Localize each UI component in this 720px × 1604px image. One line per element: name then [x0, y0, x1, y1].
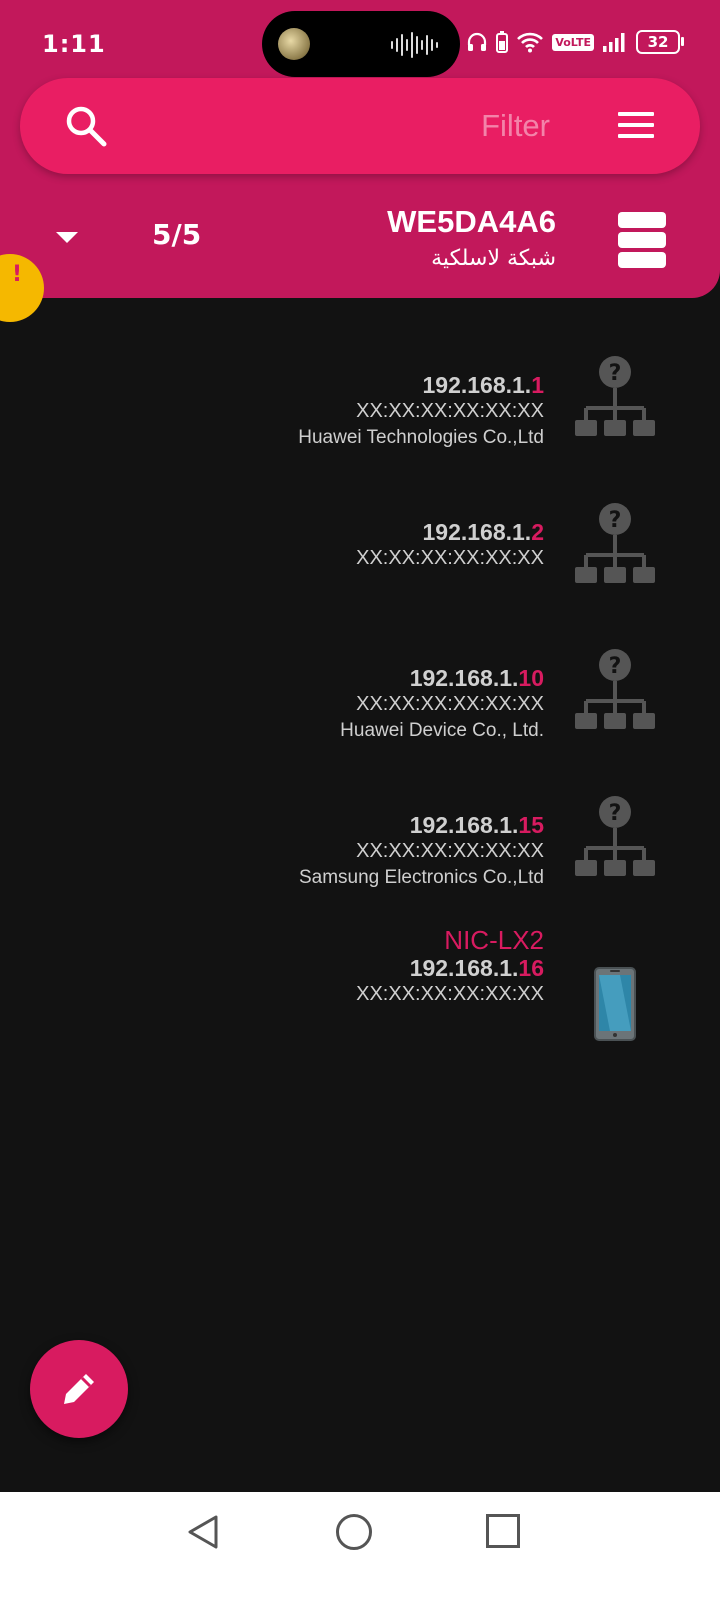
recent-apps-icon[interactable] — [486, 1514, 520, 1548]
device-mac: XX:XX:XX:XX:XX:XX — [356, 840, 544, 862]
device-mac: XX:XX:XX:XX:XX:XX — [356, 400, 544, 422]
device-info: 192.168.1.15 XX:XX:XX:XX:XX:XX Samsung E… — [299, 812, 544, 891]
menu-icon[interactable] — [618, 112, 654, 145]
volte-badge: VoLTE — [552, 33, 594, 51]
pencil-icon — [64, 1374, 94, 1404]
list-item[interactable]: NIC-LX2 192.168.1.16 XX:XX:XX:XX:XX:XX — [0, 925, 720, 1041]
signal-icon — [603, 33, 625, 52]
edit-fab-button[interactable] — [30, 1340, 128, 1438]
back-icon[interactable] — [186, 1514, 220, 1550]
list-item[interactable]: 192.168.1.10 XX:XX:XX:XX:XX:XX Huawei De… — [0, 649, 720, 765]
network-ssid: WE5DA4A6 — [387, 204, 556, 239]
dynamic-island[interactable] — [262, 11, 460, 77]
unknown-network-icon: ? — [575, 649, 655, 729]
battery-indicator: 32 — [636, 30, 684, 54]
search-icon[interactable] — [64, 104, 108, 148]
unknown-network-icon: ? — [575, 503, 655, 583]
device-vendor: Huawei Device Co., Ltd. — [340, 720, 544, 741]
status-time: 1:11 — [42, 30, 106, 58]
status-icons: VoLTE 32 — [466, 30, 684, 54]
warning-icon: ! — [12, 262, 23, 287]
device-ip: 192.168.1.16 — [409, 955, 544, 981]
app-header: 1:11 VoLTE 32 Filter 5/5 WE5DA4A6 شبكة ل… — [0, 0, 720, 298]
device-ip: 192.168.1.1 — [422, 372, 544, 398]
headphones-icon — [468, 32, 487, 51]
list-item[interactable]: 192.168.1.1 XX:XX:XX:XX:XX:XX Huawei Tec… — [0, 356, 720, 472]
device-mac: XX:XX:XX:XX:XX:XX — [356, 983, 544, 1005]
media-thumbnail — [278, 28, 310, 60]
device-vendor: Samsung Electronics Co.,Ltd — [298, 867, 544, 888]
svg-text:?: ? — [609, 654, 622, 679]
device-count: 5/5 — [152, 218, 202, 251]
smartphone-icon — [594, 967, 636, 1041]
svg-text:?: ? — [609, 361, 622, 386]
unknown-network-icon: ? — [575, 796, 655, 876]
device-name: NIC-LX2 — [444, 925, 544, 955]
wifi-icon — [517, 32, 544, 53]
network-summary: 5/5 WE5DA4A6 شبكة لاسلكية — [0, 190, 720, 300]
device-info: 192.168.1.10 XX:XX:XX:XX:XX:XX Huawei De… — [340, 665, 544, 744]
device-vendor: Huawei Technologies Co.,Ltd — [298, 427, 544, 448]
list-item[interactable]: 192.168.1.15 XX:XX:XX:XX:XX:XX Samsung E… — [0, 796, 720, 912]
unknown-network-icon: ? — [575, 356, 655, 436]
device-ip: 192.168.1.2 — [422, 519, 544, 545]
svg-text:?: ? — [609, 508, 622, 533]
svg-text:?: ? — [609, 801, 622, 826]
network-type: شبكة لاسلكية — [431, 246, 556, 271]
device-mac: XX:XX:XX:XX:XX:XX — [356, 547, 544, 569]
device-info: 192.168.1.2 XX:XX:XX:XX:XX:XX — [356, 519, 544, 572]
device-info: 192.168.1.1 XX:XX:XX:XX:XX:XX Huawei Tec… — [298, 372, 544, 451]
battery-small-icon — [496, 31, 509, 53]
database-icon[interactable] — [618, 212, 666, 272]
list-item[interactable]: 192.168.1.2 XX:XX:XX:XX:XX:XX ? — [0, 503, 720, 619]
search-input[interactable]: Filter — [481, 108, 550, 144]
device-ip: 192.168.1.15 — [409, 812, 544, 838]
home-icon[interactable] — [336, 1514, 372, 1550]
audio-wave-icon — [391, 32, 438, 58]
search-bar[interactable]: Filter — [20, 78, 700, 174]
status-bar: 1:11 VoLTE 32 — [0, 0, 720, 88]
system-navigation-bar — [0, 1492, 720, 1604]
device-mac: XX:XX:XX:XX:XX:XX — [356, 693, 544, 715]
dropdown-arrow-icon[interactable] — [56, 232, 78, 243]
device-info: NIC-LX2 192.168.1.16 XX:XX:XX:XX:XX:XX — [356, 925, 544, 1008]
device-ip: 192.168.1.10 — [409, 665, 544, 691]
